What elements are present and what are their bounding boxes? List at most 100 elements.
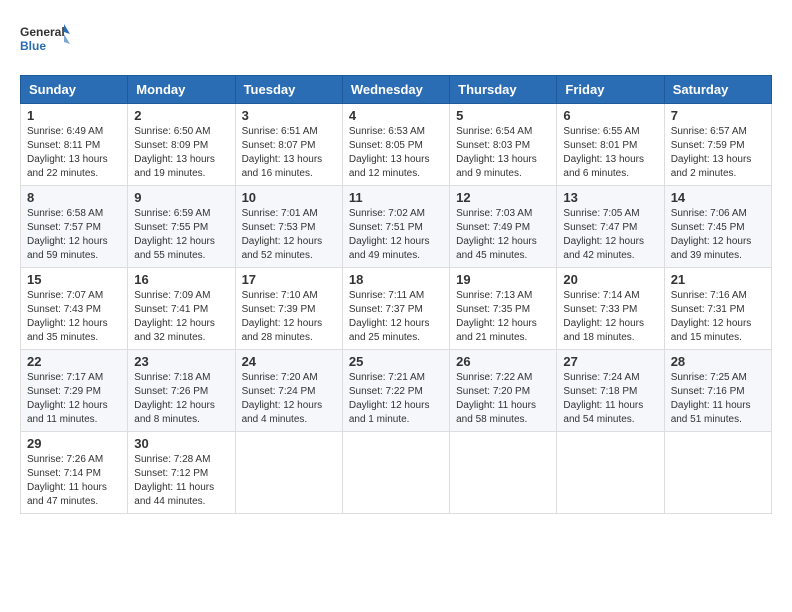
day-cell-19: 19 Sunrise: 7:13 AMSunset: 7:35 PMDayligh…	[450, 268, 557, 350]
day-cell-29: 29Sunrise: 7:26 AMSunset: 7:14 PMDayligh…	[21, 432, 128, 514]
empty-cell	[450, 432, 557, 514]
day-number: 5	[456, 108, 550, 123]
day-info: Sunrise: 7:07 AMSunset: 7:43 PMDaylight:…	[27, 289, 121, 345]
day-cell-18: 18 Sunrise: 7:11 AMSunset: 7:37 PMDayligh…	[342, 268, 449, 350]
week-row-3: 15 Sunrise: 7:07 AMSunset: 7:43 PMDayligh…	[21, 268, 772, 350]
day-cell-5: 5Sunrise: 6:54 AMSunset: 8:03 PMDaylight…	[450, 104, 557, 186]
empty-cell	[664, 432, 771, 514]
day-info: Sunrise: 7:20 AMSunset: 7:24 PMDaylight:…	[242, 371, 336, 427]
weekday-header-saturday: Saturday	[664, 76, 771, 104]
weekday-header-sunday: Sunday	[21, 76, 128, 104]
weekday-header-tuesday: Tuesday	[235, 76, 342, 104]
day-number: 6	[563, 108, 657, 123]
day-info: Sunrise: 7:09 AMSunset: 7:41 PMDaylight:…	[134, 289, 228, 345]
day-info: Sunrise: 7:03 AMSunset: 7:49 PMDaylight:…	[456, 207, 550, 263]
week-row-2: 8Sunrise: 6:58 AMSunset: 7:57 PMDaylight…	[21, 186, 772, 268]
svg-text:General: General	[20, 25, 65, 39]
day-cell-24: 24 Sunrise: 7:20 AMSunset: 7:24 PMDayligh…	[235, 350, 342, 432]
day-cell-17: 17Sunrise: 7:10 AMSunset: 7:39 PMDayligh…	[235, 268, 342, 350]
day-info: Sunrise: 7:21 AMSunset: 7:22 PMDaylight:…	[349, 371, 443, 427]
day-info: Sunrise: 7:06 AMSunset: 7:45 PMDaylight:…	[671, 207, 765, 263]
day-info: Sunrise: 7:05 AMSunset: 7:47 PMDaylight:…	[563, 207, 657, 263]
day-info: Sunrise: 7:16 AMSunset: 7:31 PMDaylight:…	[671, 289, 765, 345]
day-number: 11	[349, 190, 443, 205]
weekday-header-friday: Friday	[557, 76, 664, 104]
day-info: Sunrise: 7:13 AMSunset: 7:35 PMDaylight:…	[456, 289, 550, 345]
day-number: 8	[27, 190, 121, 205]
day-cell-21: 21 Sunrise: 7:16 AMSunset: 7:31 PMDayligh…	[664, 268, 771, 350]
day-cell-1: 1 Sunrise: 6:49 AMSunset: 8:11 PMDaylight…	[21, 104, 128, 186]
day-number: 9	[134, 190, 228, 205]
weekday-header-row: SundayMondayTuesdayWednesdayThursdayFrid…	[21, 76, 772, 104]
day-cell-30: 30Sunrise: 7:28 AMSunset: 7:12 PMDayligh…	[128, 432, 235, 514]
day-number: 1	[27, 108, 121, 123]
weekday-header-thursday: Thursday	[450, 76, 557, 104]
day-cell-25: 25 Sunrise: 7:21 AMSunset: 7:22 PMDayligh…	[342, 350, 449, 432]
day-number: 12	[456, 190, 550, 205]
day-info: Sunrise: 7:24 AMSunset: 7:18 PMDaylight:…	[563, 371, 657, 427]
day-info: Sunrise: 7:10 AMSunset: 7:39 PMDaylight:…	[242, 289, 336, 345]
day-number: 23	[134, 354, 228, 369]
day-info: Sunrise: 7:11 AMSunset: 7:37 PMDaylight:…	[349, 289, 443, 345]
day-info: Sunrise: 6:53 AMSunset: 8:05 PMDaylight:…	[349, 125, 443, 181]
day-number: 13	[563, 190, 657, 205]
empty-cell	[235, 432, 342, 514]
weekday-header-monday: Monday	[128, 76, 235, 104]
day-info: Sunrise: 7:18 AMSunset: 7:26 PMDaylight:…	[134, 371, 228, 427]
day-cell-4: 4 Sunrise: 6:53 AMSunset: 8:05 PMDaylight…	[342, 104, 449, 186]
day-number: 18	[349, 272, 443, 287]
day-number: 27	[563, 354, 657, 369]
day-cell-27: 27 Sunrise: 7:24 AMSunset: 7:18 PMDayligh…	[557, 350, 664, 432]
day-number: 29	[27, 436, 121, 451]
logo: General Blue	[20, 20, 70, 65]
day-number: 16	[134, 272, 228, 287]
empty-cell	[342, 432, 449, 514]
day-info: Sunrise: 7:22 AMSunset: 7:20 PMDaylight:…	[456, 371, 550, 427]
day-number: 22	[27, 354, 121, 369]
week-row-4: 22 Sunrise: 7:17 AMSunset: 7:29 PMDayligh…	[21, 350, 772, 432]
day-cell-6: 6 Sunrise: 6:55 AMSunset: 8:01 PMDaylight…	[557, 104, 664, 186]
day-cell-13: 13 Sunrise: 7:05 AMSunset: 7:47 PMDayligh…	[557, 186, 664, 268]
weekday-header-wednesday: Wednesday	[342, 76, 449, 104]
day-info: Sunrise: 7:25 AMSunset: 7:16 PMDaylight:…	[671, 371, 765, 427]
day-number: 24	[242, 354, 336, 369]
logo-svg: General Blue	[20, 20, 70, 65]
day-cell-8: 8Sunrise: 6:58 AMSunset: 7:57 PMDaylight…	[21, 186, 128, 268]
day-number: 7	[671, 108, 765, 123]
day-info: Sunrise: 6:50 AMSunset: 8:09 PMDaylight:…	[134, 125, 228, 181]
day-number: 15	[27, 272, 121, 287]
day-cell-14: 14 Sunrise: 7:06 AMSunset: 7:45 PMDayligh…	[664, 186, 771, 268]
day-number: 25	[349, 354, 443, 369]
day-cell-26: 26 Sunrise: 7:22 AMSunset: 7:20 PMDayligh…	[450, 350, 557, 432]
day-cell-11: 11 Sunrise: 7:02 AMSunset: 7:51 PMDayligh…	[342, 186, 449, 268]
day-number: 20	[563, 272, 657, 287]
svg-text:Blue: Blue	[20, 39, 46, 53]
empty-cell	[557, 432, 664, 514]
day-number: 10	[242, 190, 336, 205]
day-info: Sunrise: 6:51 AMSunset: 8:07 PMDaylight:…	[242, 125, 336, 181]
day-info: Sunrise: 6:59 AMSunset: 7:55 PMDaylight:…	[134, 207, 228, 263]
day-info: Sunrise: 7:14 AMSunset: 7:33 PMDaylight:…	[563, 289, 657, 345]
day-cell-7: 7Sunrise: 6:57 AMSunset: 7:59 PMDaylight…	[664, 104, 771, 186]
day-number: 19	[456, 272, 550, 287]
day-info: Sunrise: 6:49 AMSunset: 8:11 PMDaylight:…	[27, 125, 121, 181]
day-cell-23: 23 Sunrise: 7:18 AMSunset: 7:26 PMDayligh…	[128, 350, 235, 432]
day-number: 21	[671, 272, 765, 287]
day-number: 30	[134, 436, 228, 451]
header: General Blue	[20, 20, 772, 65]
day-number: 2	[134, 108, 228, 123]
day-cell-9: 9 Sunrise: 6:59 AMSunset: 7:55 PMDaylight…	[128, 186, 235, 268]
day-number: 28	[671, 354, 765, 369]
day-number: 14	[671, 190, 765, 205]
day-number: 3	[242, 108, 336, 123]
day-cell-10: 10 Sunrise: 7:01 AMSunset: 7:53 PMDayligh…	[235, 186, 342, 268]
day-info: Sunrise: 7:17 AMSunset: 7:29 PMDaylight:…	[27, 371, 121, 427]
day-cell-2: 2 Sunrise: 6:50 AMSunset: 8:09 PMDaylight…	[128, 104, 235, 186]
day-number: 26	[456, 354, 550, 369]
day-info: Sunrise: 6:55 AMSunset: 8:01 PMDaylight:…	[563, 125, 657, 181]
day-cell-22: 22 Sunrise: 7:17 AMSunset: 7:29 PMDayligh…	[21, 350, 128, 432]
day-info: Sunrise: 7:02 AMSunset: 7:51 PMDaylight:…	[349, 207, 443, 263]
day-number: 4	[349, 108, 443, 123]
day-cell-3: 3 Sunrise: 6:51 AMSunset: 8:07 PMDaylight…	[235, 104, 342, 186]
day-info: Sunrise: 7:01 AMSunset: 7:53 PMDaylight:…	[242, 207, 336, 263]
